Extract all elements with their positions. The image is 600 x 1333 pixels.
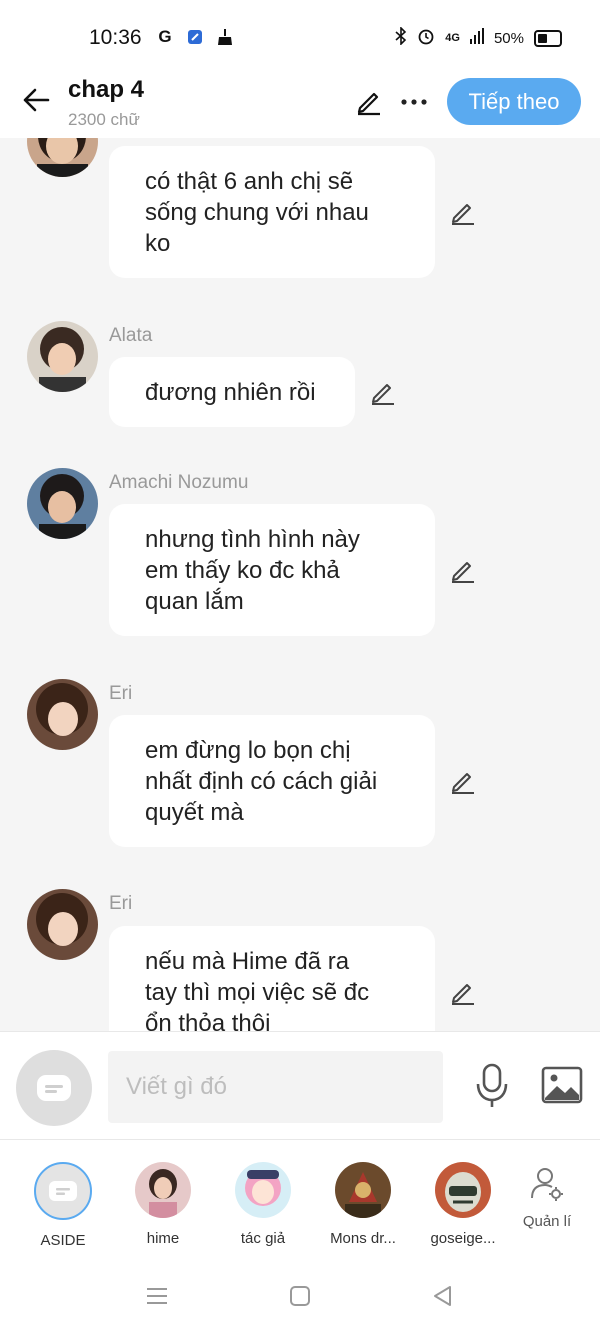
signal-icon xyxy=(469,28,484,48)
home-icon[interactable] xyxy=(289,1285,311,1307)
bluetooth-icon xyxy=(395,26,407,49)
shield-icon xyxy=(185,27,205,47)
message-text: nhưng tình hình này em thấy ko đc khả qu… xyxy=(145,525,360,615)
aside-toggle-button[interactable] xyxy=(16,1050,92,1126)
word-count: 2300 chữ xyxy=(68,110,140,129)
avatar[interactable] xyxy=(27,889,98,960)
character-item[interactable]: Mons dr... xyxy=(318,1162,408,1247)
system-navigation-bar xyxy=(0,1255,600,1333)
edit-message-icon[interactable] xyxy=(449,556,477,584)
edit-message-icon[interactable] xyxy=(449,198,477,226)
message-text: đương nhiên rồi xyxy=(145,378,316,406)
avatar xyxy=(335,1162,391,1218)
manage-characters-button[interactable]: Quản lí xyxy=(516,1166,578,1230)
back-icon[interactable] xyxy=(431,1284,453,1308)
character-item[interactable]: tác giả xyxy=(218,1162,308,1247)
alarm-icon xyxy=(417,27,435,49)
input-bar xyxy=(0,1031,600,1140)
battery-percent: 50% xyxy=(493,29,524,47)
edit-message-icon[interactable] xyxy=(369,378,397,406)
character-name: goseige... xyxy=(430,1230,496,1247)
message-input[interactable] xyxy=(108,1051,443,1123)
microphone-icon[interactable] xyxy=(474,1062,510,1110)
chapter-header: chap 4 2300 chữ Tiếp theo xyxy=(0,70,600,138)
message-bubble[interactable]: nhưng tình hình này em thấy ko đc khả qu… xyxy=(109,504,435,636)
next-chapter-button[interactable]: Tiếp theo xyxy=(447,78,581,125)
edit-pencil-icon[interactable] xyxy=(354,86,384,116)
network-label: 4G xyxy=(445,32,460,44)
avatar[interactable] xyxy=(27,468,98,539)
avatar xyxy=(135,1162,191,1218)
message-bubble[interactable]: có thật 6 anh chị sẽ sống chung với nhau… xyxy=(109,146,435,278)
aside-icon xyxy=(34,1162,92,1220)
menu-icon[interactable] xyxy=(145,1286,169,1306)
avatar[interactable] xyxy=(27,138,98,177)
character-name: hime xyxy=(146,1230,180,1247)
avatar xyxy=(435,1162,491,1218)
sender-name: Alata xyxy=(109,325,153,346)
character-selector: ASIDE hime tác giả Mons dr... goseige...… xyxy=(0,1140,600,1255)
manage-label: Quản lí xyxy=(522,1213,572,1230)
message-text: nếu mà Hime đã ra tay thì mọi việc sẽ đc… xyxy=(145,947,370,1032)
message-text: em đừng lo bọn chị nhất định có cách giả… xyxy=(145,736,378,826)
broom-icon xyxy=(215,27,235,47)
message-bubble[interactable]: đương nhiên rồi xyxy=(109,357,355,427)
character-item[interactable]: goseige... xyxy=(418,1162,508,1247)
character-name: ASIDE xyxy=(40,1232,86,1249)
message-text: có thật 6 anh chị sẽ sống chung với nhau… xyxy=(145,167,369,257)
chat-area[interactable]: có thật 6 anh chị sẽ sống chung với nhau… xyxy=(0,138,600,1031)
edit-message-icon[interactable] xyxy=(449,978,477,1006)
status-time: 10:36 xyxy=(89,26,142,49)
image-icon[interactable] xyxy=(541,1066,583,1104)
sender-name: Eri xyxy=(109,683,133,704)
more-options-icon[interactable] xyxy=(400,88,428,116)
character-name: tác giả xyxy=(240,1230,286,1247)
message-bubble[interactable]: em đừng lo bọn chị nhất định có cách giả… xyxy=(109,715,435,847)
edit-message-icon[interactable] xyxy=(449,767,477,795)
message-bubble[interactable]: nếu mà Hime đã ra tay thì mọi việc sẽ đc… xyxy=(109,926,435,1031)
avatar[interactable] xyxy=(27,321,98,392)
character-item[interactable]: hime xyxy=(118,1162,208,1247)
character-aside[interactable]: ASIDE xyxy=(18,1162,108,1249)
sender-name: Amachi Nozumu xyxy=(109,472,249,493)
user-settings-icon xyxy=(531,1168,563,1201)
chapter-title: chap 4 xyxy=(68,76,145,103)
avatar xyxy=(235,1162,291,1218)
status-bar: 10:36 G 4G 50% xyxy=(0,0,600,70)
sender-name: Eri xyxy=(109,893,133,914)
google-icon: G xyxy=(158,27,172,46)
character-name: Mons dr... xyxy=(330,1230,396,1247)
back-arrow-icon[interactable] xyxy=(20,84,52,116)
avatar[interactable] xyxy=(27,679,98,750)
battery-icon xyxy=(534,29,562,47)
chat-bubble-icon xyxy=(37,1075,71,1101)
